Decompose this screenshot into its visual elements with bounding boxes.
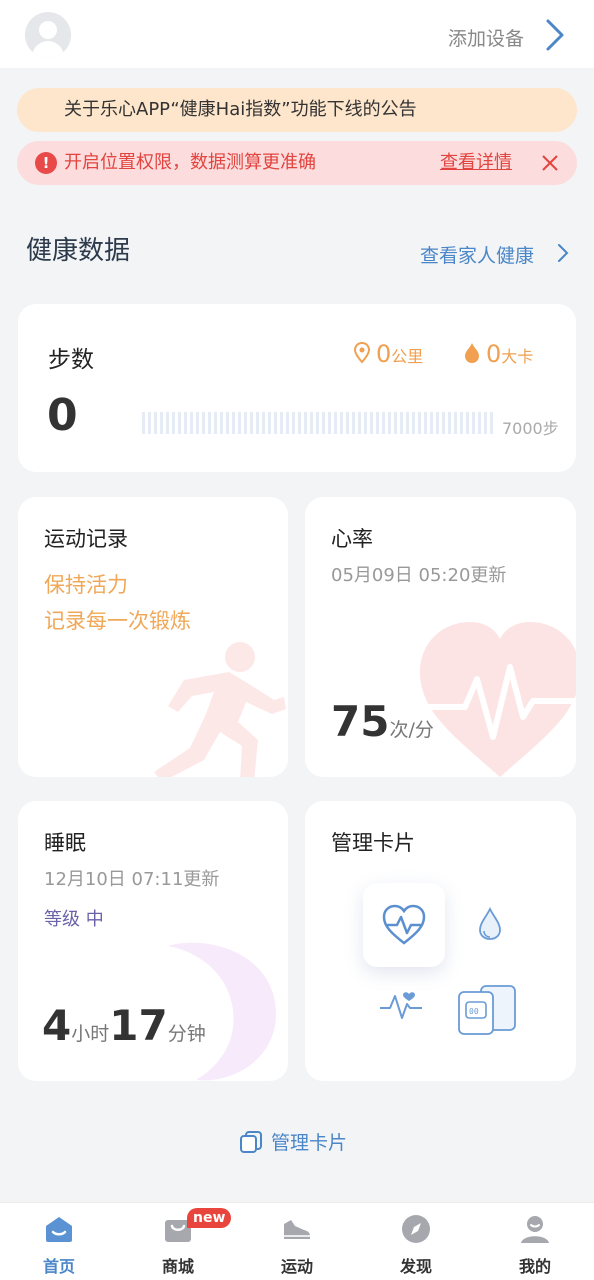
sleep-hours: 4 [42, 1001, 72, 1050]
nav-item-home[interactable]: 首页 [14, 1203, 104, 1280]
nav-item-sport[interactable]: 运动 [252, 1203, 342, 1280]
avatar[interactable] [25, 12, 71, 58]
distance-unit: 公里 [391, 347, 424, 366]
device-icon: 00 [458, 985, 516, 1035]
nav-label-sport: 运动 [280, 1257, 313, 1276]
nav-label-discover: 发现 [399, 1257, 432, 1276]
page-title: 健康数据 [26, 236, 131, 266]
chevron-right-icon[interactable] [556, 242, 570, 264]
distance-value: 0 [376, 340, 392, 368]
heart-rate-value: 75 [331, 697, 390, 746]
calories-unit: 大卡 [501, 347, 534, 366]
manage-cards-link-label: 管理卡片 [271, 1132, 348, 1154]
manage-cards-title: 管理卡片 [331, 831, 415, 855]
nav-item-discover[interactable]: 发现 [371, 1203, 461, 1280]
view-details-link[interactable]: 查看详情 [440, 141, 512, 185]
steps-title: 步数 [48, 347, 94, 373]
nav-label-home: 首页 [42, 1257, 75, 1276]
bottom-navigation: 首页 new 商城 运动 发现 我的 [0, 1202, 594, 1280]
close-icon[interactable] [539, 152, 561, 174]
top-bar: 添加设备 [0, 0, 594, 68]
alert-icon: ! [35, 152, 57, 174]
steps-value: 0 [47, 390, 78, 441]
sleep-card[interactable]: 睡眠 12月10日 07:11更新 等级 中 4小时17分钟 [18, 801, 288, 1081]
avatar-head [39, 21, 57, 39]
announcement-banner[interactable]: 关于乐心APP“健康Hai指数”功能下线的公告 [17, 88, 577, 132]
new-badge: new [187, 1208, 232, 1228]
sleep-level: 等级 中 [44, 909, 104, 930]
cards-stack-icon [240, 1131, 262, 1153]
heart-icon [420, 622, 576, 777]
flame-icon [465, 343, 479, 363]
sleep-updated: 12月10日 07:11更新 [44, 869, 220, 890]
water-drop-icon [479, 907, 501, 940]
chevron-right-icon[interactable] [544, 18, 566, 52]
profile-icon [521, 1216, 549, 1243]
manage-cards-card[interactable]: 管理卡片 00 [305, 801, 576, 1081]
nav-label-profile: 我的 [518, 1257, 551, 1276]
heart-rate-reading: 75次/分 [331, 697, 434, 746]
location-permission-message: 开启位置权限，数据测算更准确 [64, 152, 316, 173]
steps-card[interactable]: 步数 0 0公里 0大卡 7000步 [18, 304, 576, 472]
sleep-minutes-unit: 分钟 [167, 1023, 206, 1045]
location-pin-icon [354, 342, 370, 364]
sleep-title: 睡眠 [44, 831, 86, 855]
nav-item-shop[interactable]: new 商城 [133, 1203, 232, 1280]
heart-pulse-icon [382, 904, 426, 945]
nav-item-profile[interactable]: 我的 [490, 1203, 580, 1280]
heart-rate-unit: 次/分 [389, 719, 434, 741]
calories-value: 0 [486, 340, 502, 368]
nav-label-shop: 商城 [161, 1257, 194, 1276]
ecg-heart-icon [380, 992, 422, 1019]
exercise-record-card[interactable]: 运动记录 保持活力 记录每一次锻炼 [18, 497, 288, 777]
steps-goal: 7000步 [502, 419, 559, 438]
runner-icon [154, 642, 286, 777]
svg-text:00: 00 [469, 1007, 479, 1016]
manage-cards-link[interactable]: 管理卡片 [239, 1128, 347, 1155]
compass-icon [402, 1215, 430, 1243]
home-icon [46, 1217, 72, 1242]
heart-rate-title: 心率 [331, 527, 373, 551]
sleep-minutes: 17 [109, 1001, 168, 1050]
steps-progress-bar [142, 412, 494, 434]
distance-stat: 0公里 [354, 340, 423, 368]
sleep-duration: 4小时17分钟 [42, 1001, 206, 1050]
exercise-title: 运动记录 [44, 527, 128, 551]
heart-rate-updated: 05月09日 05:20更新 [331, 565, 507, 586]
family-health-link[interactable]: 查看家人健康 [420, 241, 534, 268]
sleep-hours-unit: 小时 [71, 1023, 110, 1045]
heart-card-tile[interactable] [363, 883, 445, 967]
add-device-button[interactable]: 添加设备 [448, 24, 524, 51]
exercise-slogan-2: 记录每一次锻炼 [44, 609, 191, 633]
location-permission-banner: ! 开启位置权限，数据测算更准确 查看详情 [17, 141, 577, 185]
exercise-slogan-1: 保持活力 [44, 573, 128, 597]
calories-stat: 0大卡 [464, 340, 533, 368]
shoe-icon [284, 1220, 310, 1239]
heart-rate-card[interactable]: 心率 05月09日 05:20更新 75次/分 [305, 497, 576, 777]
avatar-body [32, 41, 64, 58]
